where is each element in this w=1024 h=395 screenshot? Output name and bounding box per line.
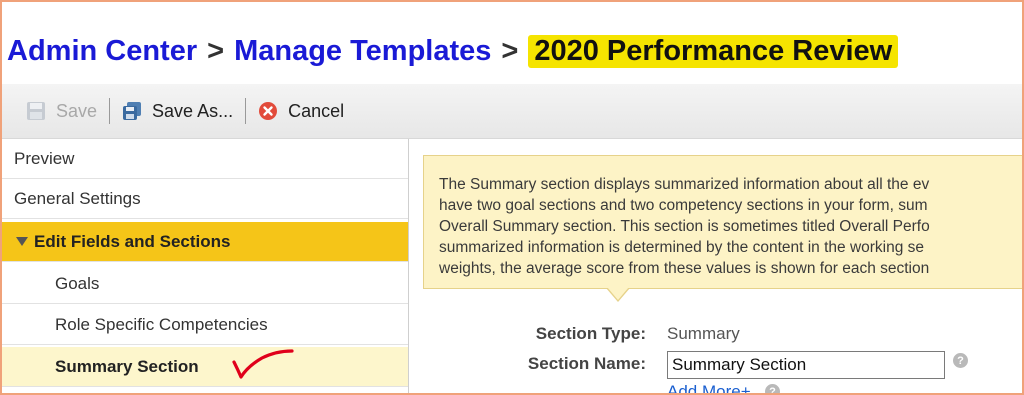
help-question-icon[interactable]: ? <box>765 384 780 393</box>
sidebar-item-label: Edit Fields and Sections <box>34 231 231 251</box>
cancel-x-circle-icon <box>258 101 278 121</box>
sidebar-item-summary-section[interactable]: Summary Section <box>2 347 408 387</box>
sidebar-item-preview[interactable]: Preview <box>2 139 408 179</box>
section-name-input[interactable] <box>667 351 945 379</box>
toolbar: Save Save As... Cancel <box>2 84 1022 139</box>
add-more-label: Add More+ <box>667 382 751 395</box>
checkmark-annotation-icon <box>232 349 294 379</box>
tooltip-line: The Summary section displays summarized … <box>439 176 930 193</box>
tooltip-pointer-fill <box>607 287 629 300</box>
caret-down-icon <box>16 237 28 246</box>
breadcrumb: Admin Center > Manage Templates > 2020 P… <box>7 30 899 72</box>
breadcrumb-manage-templates[interactable]: Manage Templates <box>234 35 491 68</box>
section-type-label: Section Type: <box>535 324 646 343</box>
save-button[interactable]: Save <box>14 95 109 127</box>
help-question-icon[interactable]: ? <box>953 353 968 368</box>
breadcrumb-admin-center[interactable]: Admin Center <box>7 35 197 68</box>
sidebar-item-goals[interactable]: Goals <box>2 264 408 304</box>
sidebar-item-label: Role Specific Competencies <box>55 314 268 334</box>
save-as-button[interactable]: Save As... <box>110 95 245 127</box>
sidebar: Preview General Settings Edit Fields and… <box>2 139 409 393</box>
info-tooltip: The Summary section displays summarized … <box>423 155 1022 289</box>
add-more-link[interactable]: Add More+ <box>667 382 751 395</box>
sidebar-item-edit-fields-and-sections[interactable]: Edit Fields and Sections <box>2 222 408 262</box>
sidebar-item-role-specific-competencies[interactable]: Role Specific Competencies <box>2 305 408 345</box>
breadcrumb-current-template: 2020 Performance Review <box>528 34 899 68</box>
info-tooltip-text: The Summary section displays summarized … <box>439 174 1022 279</box>
tooltip-line: Overall Summary section. This section is… <box>439 218 930 235</box>
tooltip-line: weights, the average score from these va… <box>439 260 930 277</box>
section-type-value: Summary <box>667 324 740 343</box>
save-as-icon <box>122 101 142 121</box>
sidebar-item-label: Preview <box>14 148 75 168</box>
main-panel: The Summary section displays summarized … <box>410 139 1022 395</box>
floppy-disk-icon <box>26 101 46 121</box>
save-button-label: Save <box>56 100 98 121</box>
tooltip-line: summarized information is determined by … <box>439 239 925 256</box>
cancel-button[interactable]: Cancel <box>246 95 356 127</box>
sidebar-item-label: General Settings <box>14 188 141 208</box>
screenshot-frame: Admin Center > Manage Templates > 2020 P… <box>0 0 1024 395</box>
breadcrumb-separator: > <box>207 34 225 67</box>
breadcrumb-separator: > <box>501 34 519 67</box>
section-name-label: Section Name: <box>527 354 646 373</box>
sidebar-item-general-settings[interactable]: General Settings <box>2 179 408 219</box>
sidebar-item-label: Goals <box>55 273 100 293</box>
cancel-button-label: Cancel <box>288 100 345 121</box>
tooltip-line: have two goal sections and two competenc… <box>439 197 928 214</box>
save-as-button-label: Save As... <box>152 100 234 121</box>
sidebar-item-label: Summary Section <box>55 356 199 376</box>
